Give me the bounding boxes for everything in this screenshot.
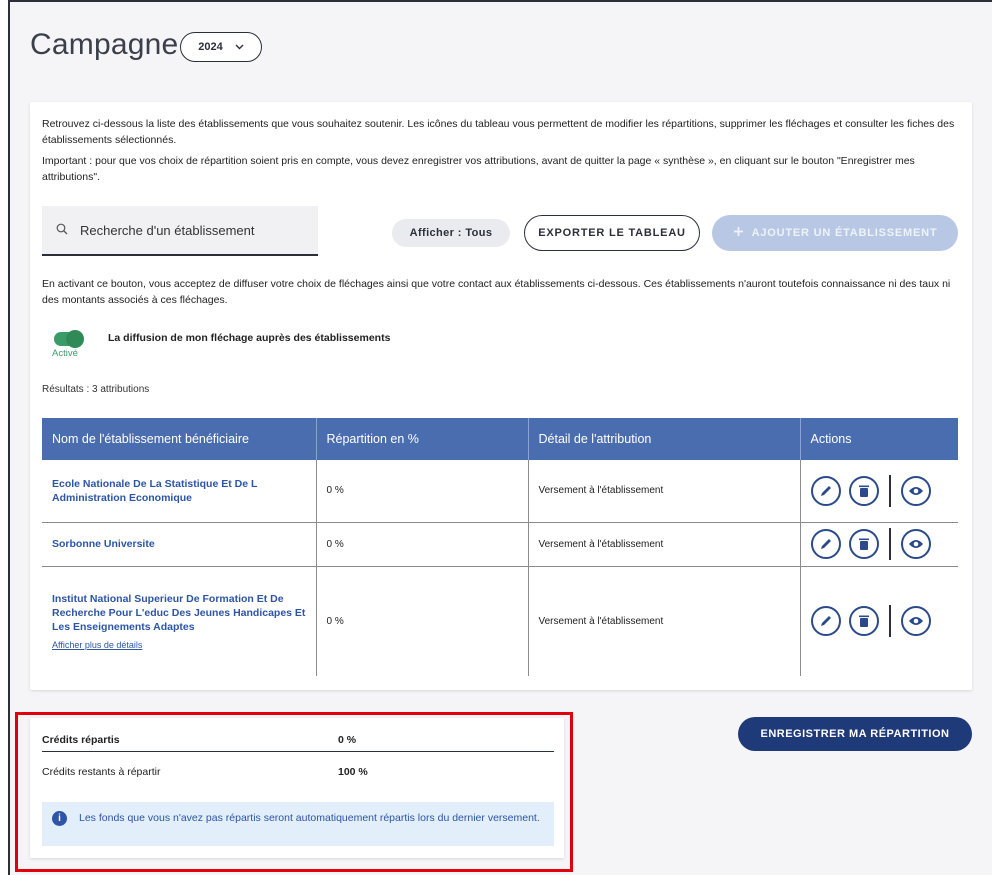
table-row: Institut National Superieur De Formation…	[42, 566, 958, 676]
trash-icon[interactable]	[848, 529, 879, 559]
intro-paragraph: Retrouvez ci-dessous la liste des établi…	[42, 118, 955, 146]
trash-icon[interactable]	[848, 475, 879, 506]
attributions-table: Nom de l'établissement bénéficiaire Répa…	[42, 418, 958, 676]
plus-icon	[733, 226, 744, 240]
establishment-name-link[interactable]: Ecole Nationale De La Statistique Et De …	[52, 478, 257, 504]
filter-button[interactable]: Afficher : Tous	[392, 219, 510, 247]
detail-cell: Versement à l'établissement	[528, 522, 801, 567]
search-input[interactable]: Recherche d'un établissement	[42, 206, 318, 256]
highlight-annotation	[15, 712, 573, 872]
eye-icon[interactable]	[900, 606, 931, 637]
export-table-button[interactable]: EXPORTER LE TABLEAU	[524, 215, 700, 251]
chevron-down-icon	[235, 41, 244, 53]
results-count: Résultats : 3 attributions	[42, 384, 150, 395]
detail-cell: Versement à l'établissement	[528, 460, 801, 523]
more-details-link[interactable]: Afficher plus de détails	[52, 640, 306, 650]
percent-cell: 0 %	[316, 522, 529, 567]
trash-icon[interactable]	[848, 606, 879, 637]
detail-cell: Versement à l'établissement	[528, 566, 801, 676]
establishment-name-link[interactable]: Institut National Superieur De Formation…	[52, 593, 305, 633]
year-select[interactable]: 2024	[180, 32, 262, 62]
percent-cell: 0 %	[316, 460, 529, 523]
toggle-state-label: Activé	[52, 348, 78, 359]
edit-icon[interactable]	[810, 475, 841, 506]
eye-icon[interactable]	[900, 529, 931, 559]
add-establishment-label: AJOUTER UN ÉTABLISSEMENT	[751, 227, 938, 239]
intro-important: Important : pour que vos choix de répart…	[42, 155, 915, 183]
establishment-name-link[interactable]: Sorbonne Universite	[52, 538, 155, 550]
actions-divider	[888, 605, 891, 638]
diffusion-toggle-label: La diffusion de mon fléchage auprès des …	[108, 332, 391, 344]
percent-cell: 0 %	[316, 566, 529, 676]
edit-icon[interactable]	[810, 606, 841, 637]
search-placeholder: Recherche d'un établissement	[80, 222, 255, 238]
table-header-row: Nom de l'établissement bénéficiaire Répa…	[42, 418, 958, 460]
edit-icon[interactable]	[810, 529, 841, 559]
eye-icon[interactable]	[900, 475, 931, 506]
page-title: Campagne	[30, 28, 179, 61]
diffusion-toggle[interactable]	[54, 330, 84, 348]
add-establishment-button[interactable]: AJOUTER UN ÉTABLISSEMENT	[712, 215, 958, 251]
save-distribution-button[interactable]: ENREGISTRER MA RÉPARTITION	[738, 717, 972, 751]
actions-divider	[888, 528, 891, 560]
year-value: 2024	[198, 41, 223, 53]
column-header-detail: Détail de l'attribution	[528, 418, 801, 460]
column-header-name: Nom de l'établissement bénéficiaire	[42, 418, 317, 460]
intro-text: Retrouvez ci-dessous la liste des établi…	[42, 116, 962, 190]
column-header-percent: Répartition en %	[316, 418, 529, 460]
table-row: Sorbonne Universite 0 % Versement à l'ét…	[42, 522, 958, 567]
diffusion-note: En activant ce bouton, vous acceptez de …	[42, 278, 951, 306]
search-icon	[56, 223, 68, 238]
actions-divider	[888, 474, 891, 507]
table-row: Ecole Nationale De La Statistique Et De …	[42, 460, 958, 523]
column-header-actions: Actions	[800, 418, 958, 460]
